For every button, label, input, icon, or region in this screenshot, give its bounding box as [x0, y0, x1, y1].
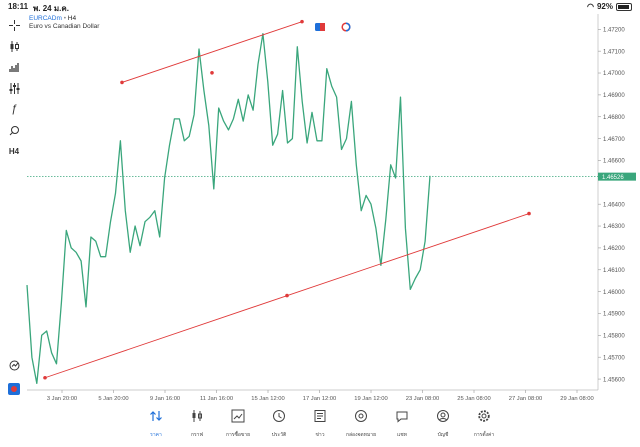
time-tick-label: 3 Jan 20:00	[47, 396, 77, 402]
nav-label: กราฟ	[190, 432, 204, 438]
time-tick-label: 29 Jan 08:00	[560, 396, 594, 402]
trendline-anchor	[300, 19, 304, 24]
price-tick-label: 1.45600	[603, 377, 625, 383]
bottom-navigation: ราคา กราฟ การซื้อขาย ประวัติ ข่าว กล่องจดหมาย…	[0, 406, 640, 447]
nav-chart[interactable]: กราฟ	[177, 406, 218, 447]
nav-history[interactable]: ประวัติ	[259, 406, 300, 447]
account-icon	[436, 409, 450, 428]
news-icon	[313, 409, 327, 428]
trendline-anchor	[43, 375, 47, 380]
nav-mailbox[interactable]: กล่องจดหมาย	[341, 406, 382, 447]
price-tick-label: 1.46400	[603, 202, 625, 208]
price-tick-label: 1.46700	[603, 137, 625, 143]
price-tick-label: 1.47100	[603, 49, 625, 55]
gear-icon	[477, 409, 491, 428]
nav-news[interactable]: ข่าว	[300, 406, 341, 447]
price-tick-label: 1.45800	[603, 334, 625, 340]
time-tick-label: 9 Jan 16:00	[150, 396, 180, 402]
price-tick-label: 1.47200	[603, 28, 625, 34]
trendline-anchor	[120, 80, 124, 85]
nav-label: กล่องจดหมาย	[345, 432, 377, 438]
time-tick-label: 17 Jan 12:00	[303, 396, 337, 402]
arrows-icon	[149, 409, 163, 428]
price-series-line	[26, 33, 431, 385]
trendline-anchor	[210, 71, 214, 75]
current-price-label: 1.46526	[602, 175, 624, 181]
price-tick-label: 1.46300	[603, 224, 625, 230]
price-tick-label: 1.46200	[603, 246, 625, 252]
nav-label: การซื้อขาย	[225, 432, 251, 438]
time-tick-label: 15 Jan 12:00	[251, 396, 285, 402]
price-tick-label: 1.45700	[603, 355, 625, 361]
price-tick-label: 1.46100	[603, 268, 625, 274]
price-tick-label: 1.46000	[603, 290, 625, 296]
nav-settings[interactable]: การตั้งค่า	[464, 406, 505, 447]
nav-trade[interactable]: การซื้อขาย	[218, 406, 259, 447]
trend-icon	[231, 409, 245, 428]
nav-label: ข่าว	[315, 432, 325, 438]
candles-icon	[190, 409, 204, 428]
time-tick-label: 27 Jan 08:00	[509, 396, 543, 402]
nav-label: การตั้งค่า	[473, 432, 495, 438]
price-chart[interactable]: 1.47200 1.47100 1.47000 1.46900 1.46800 1.467…	[0, 0, 640, 406]
price-tick-label: 1.46800	[603, 115, 625, 121]
nav-label: ราคา	[150, 432, 162, 438]
nav-label: บัญชี	[437, 432, 449, 438]
time-tick-label: 19 Jan 12:00	[354, 396, 388, 402]
time-tick-label: 11 Jan 16:00	[200, 396, 233, 402]
price-tick-label: 1.46900	[603, 93, 625, 99]
trendline-anchor	[285, 293, 289, 298]
time-tick-label: 23 Jan 08:00	[406, 396, 440, 402]
price-tick-label: 1.47000	[603, 71, 625, 77]
trendline-anchor	[527, 211, 531, 216]
time-tick-label: 25 Jan 08:00	[457, 396, 491, 402]
at-icon	[354, 409, 368, 428]
nav-quotes[interactable]: ราคา	[136, 406, 177, 447]
price-tick-label: 1.46600	[603, 159, 625, 165]
price-tick-label: 1.45900	[603, 312, 625, 318]
nav-chat[interactable]: แชท	[382, 406, 423, 447]
nav-label: แชท	[397, 432, 407, 438]
nav-accounts[interactable]: บัญชี	[423, 406, 464, 447]
history-icon	[272, 409, 286, 428]
chat-icon	[395, 409, 409, 428]
nav-label: ประวัติ	[271, 432, 287, 438]
time-tick-label: 5 Jan 20:00	[98, 396, 128, 402]
